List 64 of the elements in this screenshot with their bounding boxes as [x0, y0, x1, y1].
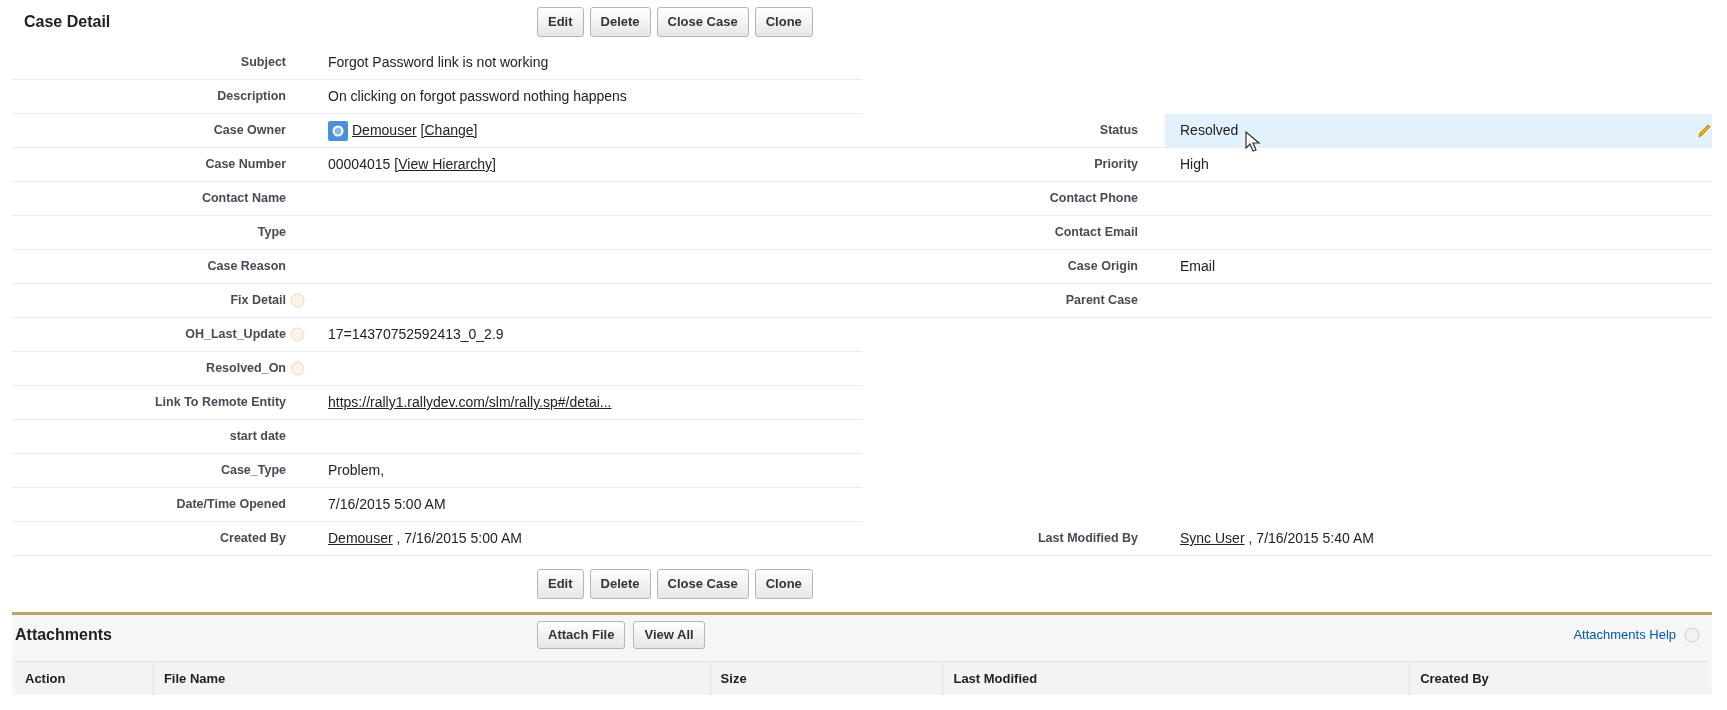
value-link[interactable]: [View Hierarchy] [394, 154, 496, 175]
column-header: Last Modified [953, 669, 1038, 688]
field-value: Problem, [328, 461, 385, 480]
field-value: , 7/16/2015 5:00 AM [396, 529, 522, 548]
column-header: Action [25, 669, 66, 688]
field-label: Case Number [205, 156, 286, 174]
field-label: Fix Detail [230, 292, 286, 310]
field-value: On clicking on forgot password nothing happens [328, 87, 627, 106]
help-icon[interactable] [290, 327, 305, 342]
user-icon [328, 120, 348, 141]
field-label: Parent Case [1065, 292, 1138, 310]
field-label: Resolved_On [206, 360, 286, 378]
action-button[interactable]: Attach File [537, 621, 626, 649]
action-button[interactable]: Edit [537, 7, 584, 37]
field-label: Created By [220, 530, 286, 548]
field-label: Status [1099, 122, 1138, 140]
value-link[interactable]: [Change] [420, 120, 478, 141]
field-label: Date/Time Opened [176, 496, 286, 514]
field-value: High [1180, 155, 1209, 174]
field-label: Case_Type [220, 462, 286, 480]
column-header: Created By [1420, 669, 1489, 688]
section-title: Case Detail [24, 13, 111, 30]
field-value: Forgot Password link is not working [328, 53, 549, 72]
value-link[interactable]: Demouser [352, 120, 417, 141]
field-label: Priority [1094, 156, 1138, 174]
field-label: start date [229, 428, 286, 446]
field-value: Resolved [1180, 121, 1239, 140]
field-value: Email [1180, 257, 1215, 276]
help-icon[interactable] [290, 293, 305, 308]
cursor-icon [1245, 131, 1261, 153]
field-label: Type [257, 224, 286, 242]
field-value: 00004015 [328, 155, 391, 174]
help-icon[interactable] [290, 361, 305, 376]
field-value: 17=14370752592413_0_2.9 [328, 325, 504, 344]
help-link[interactable]: Attachments Help [1573, 625, 1676, 645]
action-button[interactable]: Delete [589, 7, 651, 37]
field-label: Subject [240, 54, 286, 72]
value-link[interactable]: Demouser [328, 528, 393, 549]
action-button[interactable]: Edit [537, 569, 584, 599]
field-label: Case Reason [207, 258, 286, 276]
action-button[interactable]: View All [633, 621, 705, 649]
action-button[interactable]: Delete [589, 569, 651, 599]
action-button[interactable]: Close Case [656, 7, 749, 37]
section-title: Attachments [15, 626, 112, 643]
column-header: File Name [163, 669, 226, 688]
field-label: Contact Phone [1049, 190, 1138, 208]
column-header: Size [720, 669, 747, 688]
action-button[interactable]: Close Case [656, 569, 749, 599]
field-label: Link To Remote Entity [154, 394, 286, 412]
value-link[interactable]: https://rally1.rallydev.com/slm/rally.sp#/detai... [328, 392, 612, 413]
field-label: Contact Email [1054, 224, 1138, 242]
value-link[interactable]: Sync User [1180, 528, 1245, 549]
field-value: , 7/16/2015 5:40 AM [1248, 529, 1374, 548]
help-icon[interactable] [1684, 627, 1700, 643]
field-label: Case Owner [213, 122, 286, 140]
field-label: Case Origin [1067, 258, 1138, 276]
field-label: Contact Name [201, 190, 286, 208]
field-label: Last Modified By [1038, 530, 1138, 548]
field-label: Description [217, 88, 286, 106]
pencil-icon[interactable] [1696, 122, 1712, 139]
action-button[interactable]: Clone [754, 7, 813, 37]
field-value: 7/16/2015 5:00 AM [328, 495, 446, 514]
action-button[interactable]: Clone [754, 569, 813, 599]
field-label: OH_Last_Update [185, 326, 286, 344]
